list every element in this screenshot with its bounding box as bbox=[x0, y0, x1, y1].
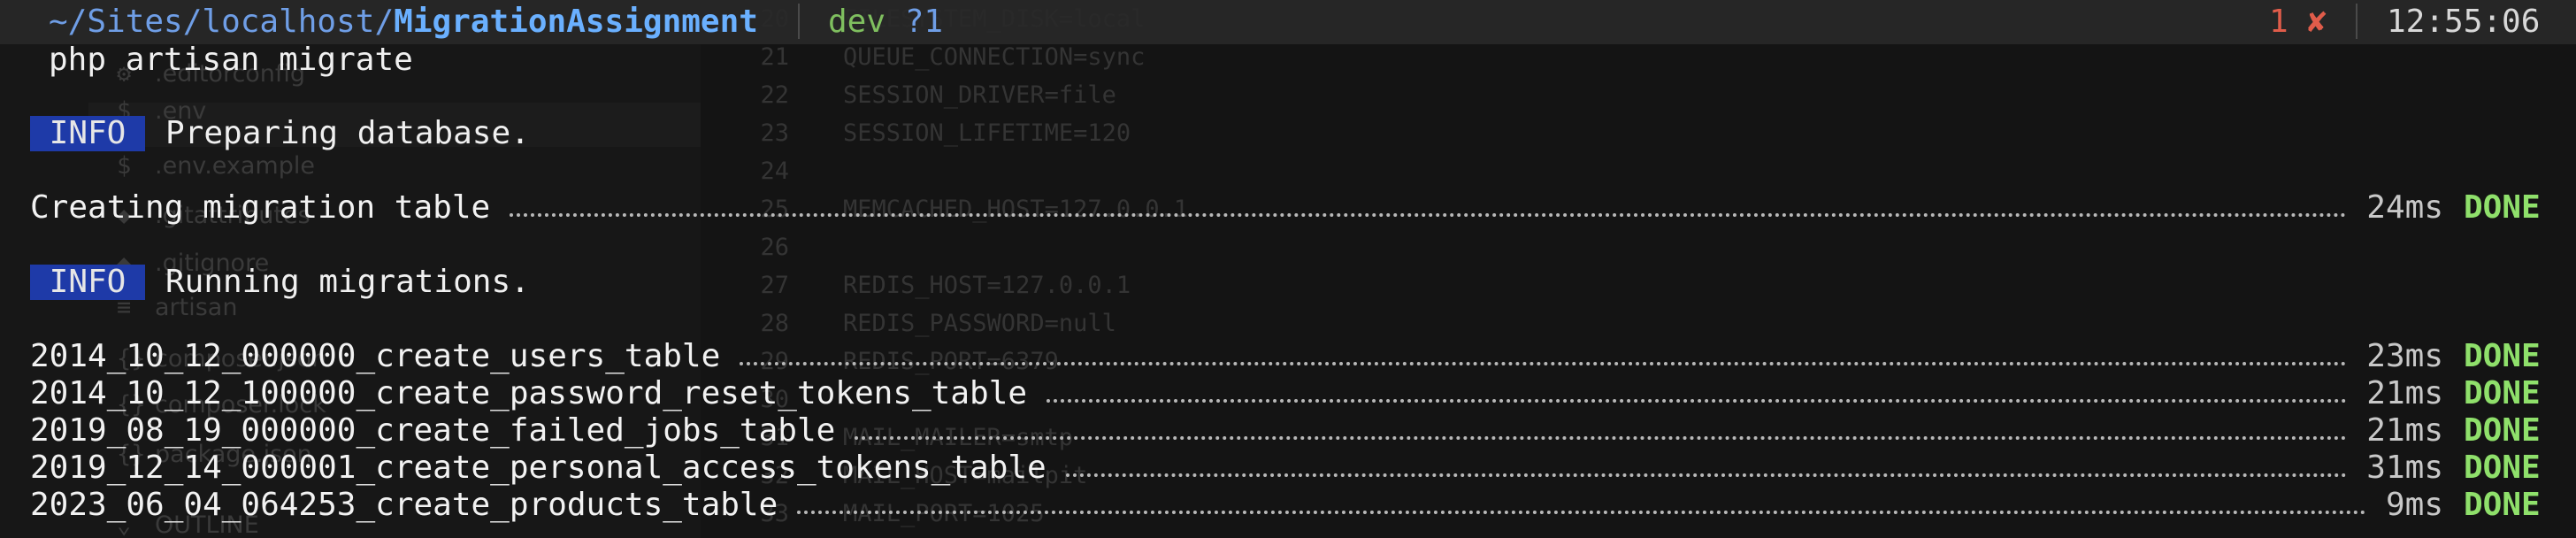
creating-migration-table-status: DONE bbox=[2464, 189, 2541, 226]
migration-row-status: DONE bbox=[2464, 412, 2541, 449]
dotted-leader-line bbox=[855, 436, 2348, 440]
git-status: ?1 bbox=[904, 4, 944, 40]
info-badge: INFO bbox=[30, 116, 145, 151]
migration-row-duration: 31ms bbox=[2366, 450, 2443, 486]
info-badge: INFO bbox=[30, 265, 145, 300]
dotted-leader-line bbox=[1065, 473, 2348, 477]
dotted-leader bbox=[1046, 374, 2348, 413]
migration-row-label: 2023_06_04_064253_create_products_table bbox=[30, 487, 778, 523]
current-path: ~/Sites/localhost/MigrationAssignment bbox=[49, 4, 758, 40]
migration-row-label: 2014_10_12_000000_create_users_table bbox=[30, 338, 721, 374]
migration-row-status: DONE bbox=[2464, 487, 2541, 523]
preparing-message: Preparing database. bbox=[165, 115, 530, 151]
prompt-clock: 12:55:06 bbox=[2387, 4, 2541, 40]
migration-row-duration: 21ms bbox=[2366, 375, 2443, 411]
dotted-leader-line bbox=[797, 511, 2366, 514]
migration-row-duration: 21ms bbox=[2366, 412, 2443, 449]
command-line: php artisan migrate bbox=[49, 42, 413, 78]
git-branch: dev ?1 bbox=[828, 4, 944, 40]
dotted-leader bbox=[510, 188, 2348, 227]
dotted-leader bbox=[1065, 449, 2348, 488]
migration-row-status: DONE bbox=[2464, 375, 2541, 411]
migration-row-label: 2014_10_12_100000_create_password_reset_… bbox=[30, 375, 1028, 411]
migration-row-label: 2019_12_14_000001_create_personal_access… bbox=[30, 450, 1046, 486]
migration-row-status: DONE bbox=[2464, 450, 2541, 486]
migration-row-duration: 9ms bbox=[2385, 487, 2443, 523]
dotted-leader bbox=[740, 337, 2348, 376]
creating-migration-table-duration: 24ms bbox=[2366, 189, 2443, 226]
dotted-leader bbox=[855, 411, 2348, 450]
dotted-leader-line bbox=[740, 362, 2348, 365]
prompt-separator bbox=[2356, 4, 2358, 39]
terminal-window[interactable]: ~/Sites/localhost/MigrationAssignment de… bbox=[0, 0, 2576, 538]
dotted-leader-line bbox=[1046, 399, 2348, 403]
migration-row-status: DONE bbox=[2464, 338, 2541, 374]
migration-row-label: 2019_08_19_000000_create_failed_jobs_tab… bbox=[30, 412, 836, 449]
dotted-leader bbox=[797, 486, 2366, 525]
migration-row-duration: 23ms bbox=[2366, 338, 2443, 374]
exit-status: 1 ✘ bbox=[2269, 4, 2327, 40]
dotted-leader-line bbox=[510, 213, 2348, 217]
running-message: Running migrations. bbox=[165, 264, 530, 300]
creating-migration-table-label: Creating migration table bbox=[30, 189, 491, 226]
prompt-separator bbox=[798, 4, 800, 39]
